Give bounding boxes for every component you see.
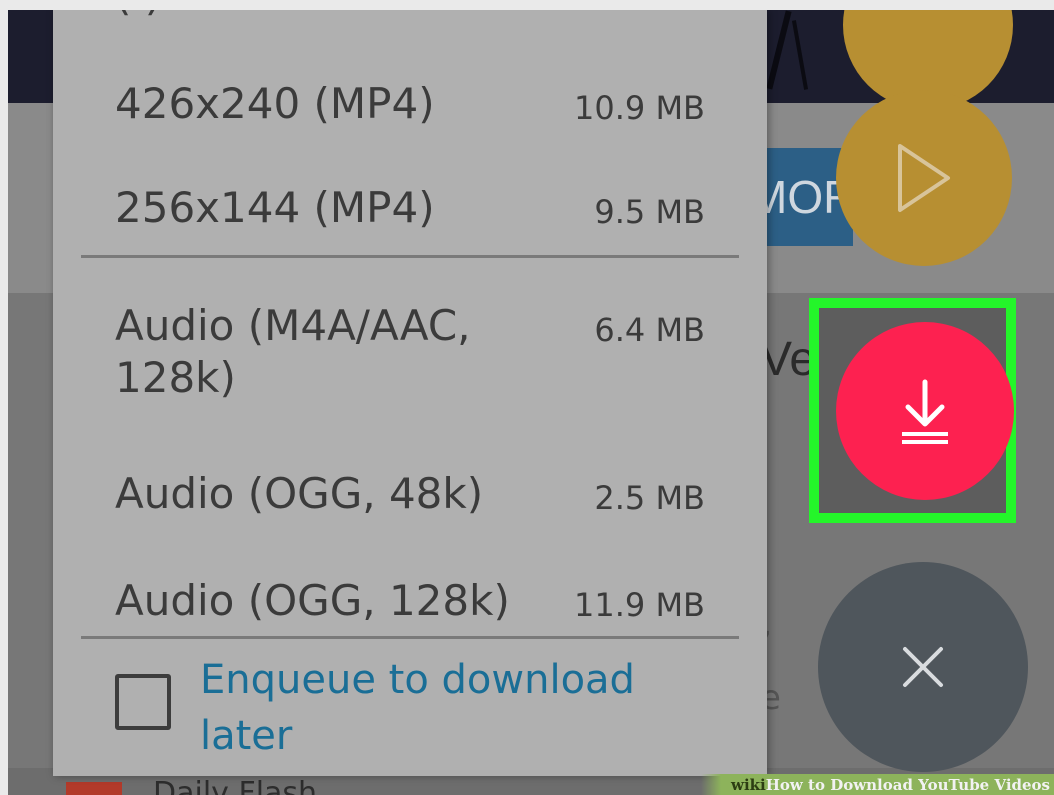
menu-item-size: 11.9 MB [574, 586, 705, 624]
menu-item-size: 9.5 MB [594, 193, 705, 231]
menu-item-label: Audio (M4A/AAC, 128k) [115, 301, 471, 402]
download-icon [902, 379, 948, 444]
download-button[interactable] [836, 322, 1014, 500]
download-format-menu: ( ) 426x240 (MP4) 10.9 MB 256x144 (MP4) … [53, 10, 767, 776]
video-title-fragment: Ve [760, 333, 817, 386]
video-scene-shape [766, 10, 792, 90]
wikihow-watermark: wikiHow to Download YouTube Videos [701, 774, 1054, 795]
menu-item-size: 6.4 MB [594, 311, 705, 349]
app-screen: MOR Ve , e Daily Flash ( ) 426x240 (MP4)… [8, 10, 1054, 795]
menu-item-label: Audio (OGG, 128k) [115, 576, 510, 625]
divider [81, 636, 739, 639]
close-button[interactable] [818, 562, 1028, 772]
menu-item-label: Audio (OGG, 48k) [115, 469, 484, 518]
video-scene-shape [791, 20, 809, 90]
play-button[interactable] [836, 90, 1012, 266]
menu-item-size: 10.9 MB [574, 89, 705, 127]
shopping-bag-icon [66, 782, 122, 795]
divider [81, 255, 739, 258]
watermark-brand: wiki [731, 776, 766, 794]
menu-item-size: 2.5 MB [594, 479, 705, 517]
watermark-text: How to Download YouTube Videos [765, 776, 1050, 794]
enqueue-label[interactable]: Enqueue to download later [200, 652, 680, 764]
menu-item-label: 256x144 (MP4) [115, 183, 435, 232]
menu-item-label: ( ) [115, 10, 161, 22]
ad-text: Daily Flash [153, 776, 318, 795]
menu-item-label: 426x240 (MP4) [115, 79, 435, 128]
play-icon [898, 144, 950, 212]
close-icon [903, 647, 943, 687]
enqueue-checkbox[interactable] [115, 674, 171, 730]
